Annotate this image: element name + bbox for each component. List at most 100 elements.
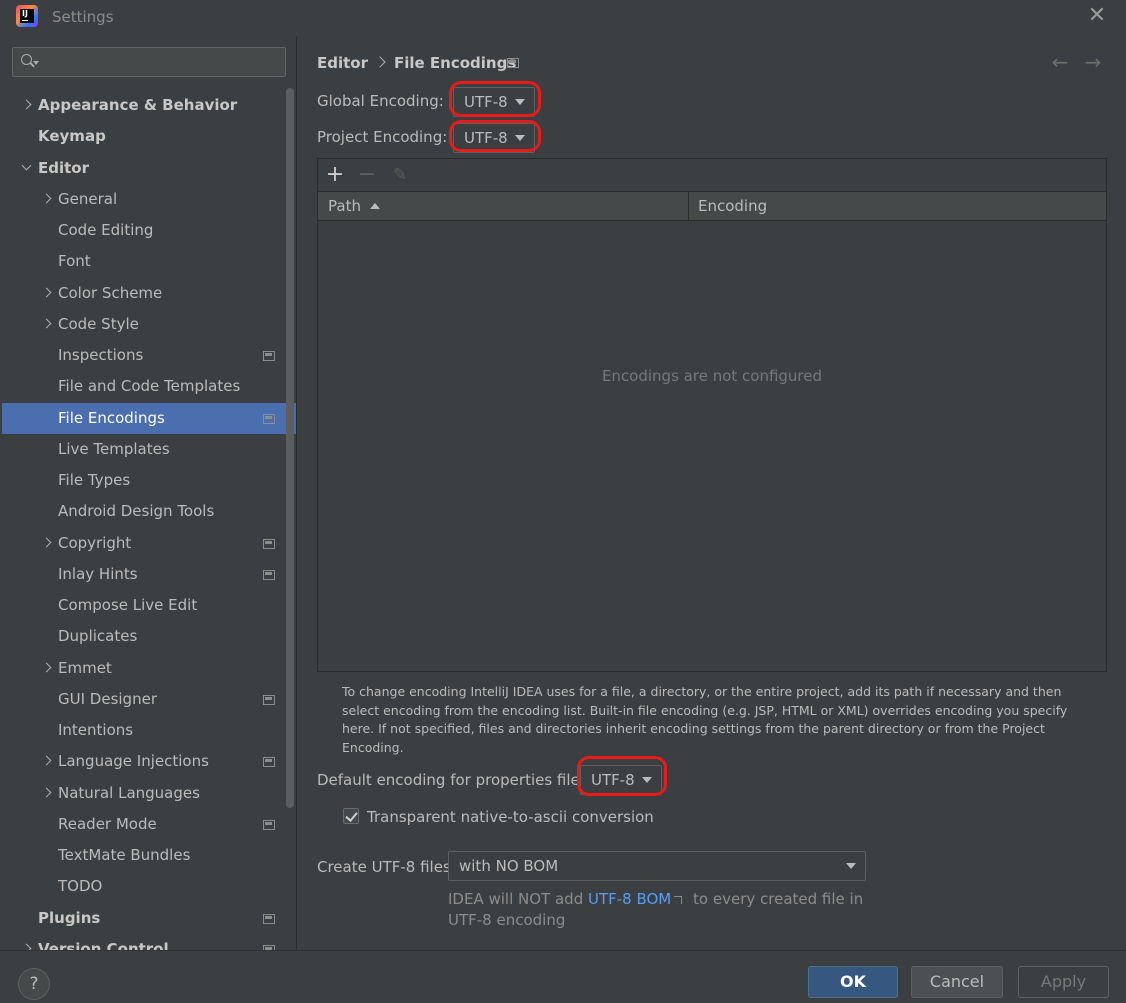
table-toolbar: + − ✎ bbox=[318, 159, 1106, 191]
sidebar-item-label: Color Scheme bbox=[58, 284, 163, 302]
sidebar-item-label: Duplicates bbox=[58, 627, 138, 645]
breadcrumb-parent[interactable]: Editor bbox=[317, 54, 368, 72]
sidebar-item-intentions[interactable]: Intentions bbox=[2, 715, 296, 746]
sidebar-item-emmet[interactable]: Emmet bbox=[2, 653, 296, 684]
chevron-right-icon[interactable] bbox=[42, 319, 52, 329]
encoding-help-text: To change encoding IntelliJ IDEA uses fo… bbox=[342, 684, 1068, 755]
column-divider[interactable] bbox=[688, 192, 689, 220]
utf8-bom-link[interactable]: UTF-8 BOM bbox=[588, 890, 671, 908]
remove-icon[interactable]: − bbox=[355, 163, 379, 187]
sidebar-item-file-encodings[interactable]: File Encodings bbox=[2, 403, 296, 434]
apply-button[interactable]: Apply bbox=[1018, 966, 1109, 998]
dropdown-arrow-icon bbox=[846, 863, 856, 869]
sidebar-item-label: General bbox=[58, 190, 118, 208]
sidebar-item-code-editing[interactable]: Code Editing bbox=[2, 215, 296, 246]
sidebar-item-textmate-bundles[interactable]: TextMate Bundles bbox=[2, 840, 296, 871]
dialog-button-bar: ? OK Cancel Apply bbox=[0, 950, 1126, 1003]
sidebar-item-reader-mode[interactable]: Reader Mode bbox=[2, 809, 296, 840]
sidebar-item-duplicates[interactable]: Duplicates bbox=[2, 621, 296, 652]
chevron-right-icon[interactable] bbox=[42, 194, 52, 204]
breadcrumb-current: File Encodings bbox=[394, 54, 517, 72]
chevron-right-icon[interactable] bbox=[42, 756, 52, 766]
sidebar-item-color-scheme[interactable]: Color Scheme bbox=[2, 278, 296, 309]
sidebar-item-version-control[interactable]: Version Control bbox=[2, 934, 296, 950]
sidebar-item-android-design-tools[interactable]: Android Design Tools bbox=[2, 496, 296, 527]
sidebar-scrollbar[interactable] bbox=[286, 88, 294, 808]
chevron-right-icon[interactable] bbox=[42, 663, 52, 673]
sidebar-item-label: Inspections bbox=[58, 346, 144, 364]
sidebar-item-label: File Types bbox=[58, 471, 131, 489]
sidebar-item-language-injections[interactable]: Language Injections bbox=[2, 746, 296, 777]
project-level-icon bbox=[263, 539, 275, 549]
sidebar-item-label: Font bbox=[58, 252, 91, 270]
sidebar-item-todo[interactable]: TODO bbox=[2, 871, 296, 902]
path-column-header[interactable]: Path bbox=[328, 192, 380, 220]
ok-button[interactable]: OK bbox=[808, 966, 898, 998]
project-level-icon bbox=[263, 820, 275, 830]
create-utf8-value: with NO BOM bbox=[459, 857, 559, 875]
cancel-button[interactable]: Cancel bbox=[911, 966, 1003, 998]
project-level-icon bbox=[507, 58, 519, 68]
sidebar-item-file-types[interactable]: File Types bbox=[2, 465, 296, 496]
sidebar-item-general[interactable]: General bbox=[2, 184, 296, 215]
edit-icon[interactable]: ✎ bbox=[388, 163, 412, 187]
encoding-column-header[interactable]: Encoding bbox=[698, 192, 767, 220]
chevron-down-icon[interactable] bbox=[22, 163, 32, 173]
sidebar-item-appearance-behavior[interactable]: Appearance & Behavior bbox=[2, 90, 296, 121]
sidebar-item-live-templates[interactable]: Live Templates bbox=[2, 434, 296, 465]
title-bar: IJ Settings ✕ bbox=[0, 0, 1126, 34]
native-to-ascii-checkbox[interactable] bbox=[343, 808, 359, 824]
sidebar-item-label: Reader Mode bbox=[58, 815, 157, 833]
external-link-icon bbox=[674, 896, 683, 904]
close-icon[interactable]: ✕ bbox=[1082, 4, 1112, 30]
chevron-right-icon[interactable] bbox=[22, 100, 32, 110]
sort-ascending-icon bbox=[369, 203, 380, 209]
sidebar-item-compose-live-edit[interactable]: Compose Live Edit bbox=[2, 590, 296, 621]
back-arrow-icon[interactable]: ← bbox=[1048, 50, 1072, 74]
sidebar-item-natural-languages[interactable]: Natural Languages bbox=[2, 778, 296, 809]
sidebar-item-inlay-hints[interactable]: Inlay Hints bbox=[2, 559, 296, 590]
project-level-icon bbox=[263, 914, 275, 924]
breadcrumb-chevron-icon bbox=[374, 56, 386, 68]
sidebar-item-label: Copyright bbox=[58, 534, 132, 552]
project-encoding-label: Project Encoding: bbox=[317, 128, 448, 146]
properties-encoding-label: Default encoding for properties files: bbox=[317, 771, 593, 789]
sidebar-item-label: Inlay Hints bbox=[58, 565, 138, 583]
sidebar-item-label: Intentions bbox=[58, 721, 134, 739]
path-encoding-table: + − ✎ Path Encoding Encodings are not co… bbox=[317, 158, 1107, 672]
sidebar-item-copyright[interactable]: Copyright bbox=[2, 528, 296, 559]
add-icon[interactable]: + bbox=[323, 163, 347, 187]
search-icon[interactable] bbox=[19, 53, 39, 71]
help-button[interactable]: ? bbox=[18, 968, 50, 1000]
sidebar-item-inspections[interactable]: Inspections bbox=[2, 340, 296, 371]
create-utf8-dropdown[interactable]: with NO BOM bbox=[448, 851, 866, 881]
sidebar-item-label: Keymap bbox=[38, 127, 106, 145]
settings-search-box[interactable] bbox=[12, 47, 286, 77]
sidebar-item-label: Code Style bbox=[58, 315, 139, 333]
sidebar-item-plugins[interactable]: Plugins bbox=[2, 903, 296, 934]
chevron-right-icon[interactable] bbox=[42, 788, 52, 798]
native-to-ascii-label[interactable]: Transparent native-to-ascii conversion bbox=[367, 808, 654, 826]
project-level-icon bbox=[263, 351, 275, 361]
sidebar-item-code-style[interactable]: Code Style bbox=[2, 309, 296, 340]
breadcrumb: Editor File Encodings bbox=[317, 54, 516, 72]
sidebar-item-label: Plugins bbox=[38, 909, 101, 927]
sidebar-item-editor[interactable]: Editor bbox=[2, 153, 296, 184]
sidebar-item-label: Compose Live Edit bbox=[58, 596, 198, 614]
sidebar-item-label: Editor bbox=[38, 159, 89, 177]
sidebar-item-label: Emmet bbox=[58, 659, 112, 677]
intellij-logo-icon: IJ bbox=[16, 5, 38, 27]
forward-arrow-icon[interactable]: → bbox=[1081, 50, 1105, 74]
chevron-right-icon[interactable] bbox=[42, 538, 52, 548]
sidebar-item-label: Code Editing bbox=[58, 221, 154, 239]
sidebar-item-file-and-code-templates[interactable]: File and Code Templates bbox=[2, 371, 296, 402]
sidebar-item-keymap[interactable]: Keymap bbox=[2, 121, 296, 152]
file-encodings-panel: Editor File Encodings ← → Global Encoding… bbox=[297, 36, 1126, 950]
chevron-right-icon[interactable] bbox=[42, 288, 52, 298]
sidebar-item-font[interactable]: Font bbox=[2, 246, 296, 277]
red-annotation-circle bbox=[577, 756, 667, 796]
table-header: Path Encoding bbox=[318, 191, 1106, 221]
search-input[interactable] bbox=[43, 51, 279, 73]
sidebar-item-label: Language Injections bbox=[58, 752, 209, 770]
sidebar-item-gui-designer[interactable]: GUI Designer bbox=[2, 684, 296, 715]
